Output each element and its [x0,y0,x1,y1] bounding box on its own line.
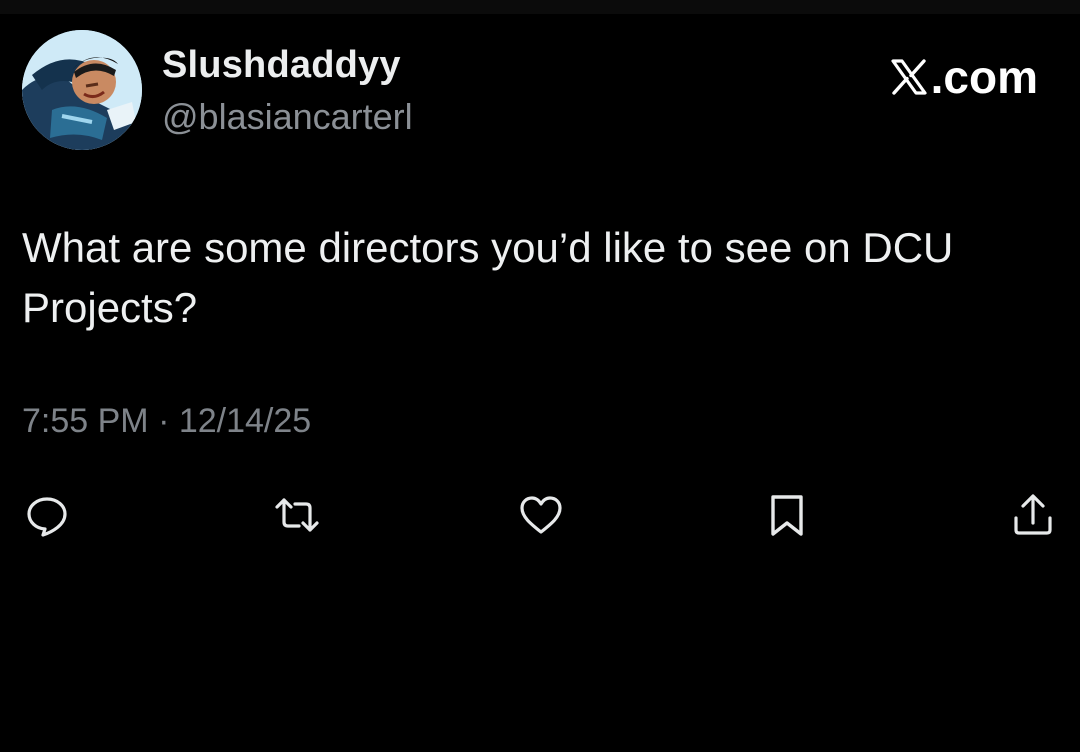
share-button[interactable] [1008,490,1058,540]
share-icon [1010,492,1056,538]
brand-watermark: .com [889,50,1038,104]
bookmark-button[interactable] [762,490,812,540]
brand-label: .com [930,51,1038,103]
top-strip [0,0,1080,14]
repost-button[interactable] [272,490,322,540]
repost-icon [274,492,320,538]
user-handle[interactable]: @blasiancarterl [162,96,413,138]
bookmark-icon [764,492,810,538]
avatar[interactable] [22,30,142,150]
like-button[interactable] [516,490,566,540]
avatar-image [22,30,142,150]
tweet-timestamp[interactable]: 7:55 PM · 12/14/25 [22,402,311,441]
tweet-text: What are some directors you’d like to se… [22,224,954,331]
x-logo-icon [889,57,929,97]
display-name[interactable]: Slushdaddyy [162,44,401,87]
reply-icon [24,492,70,538]
reply-button[interactable] [22,490,72,540]
like-icon [518,492,564,538]
